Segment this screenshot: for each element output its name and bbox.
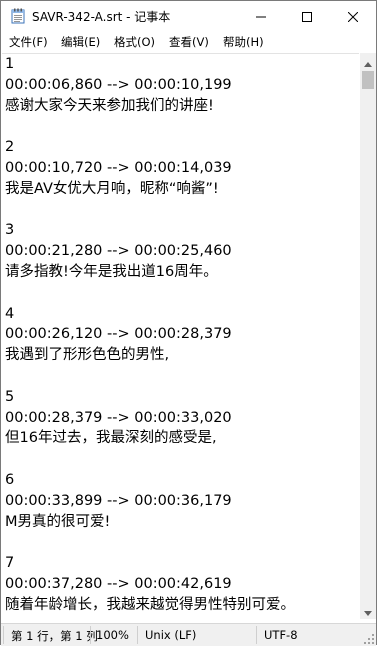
text-line[interactable] — [5, 366, 295, 387]
text-line[interactable]: 7 — [5, 553, 295, 574]
text-line[interactable] — [5, 283, 295, 304]
text-line[interactable]: 请多指教!今年是我出道16周年。 — [5, 262, 295, 283]
vertical-scrollbar[interactable] — [360, 53, 376, 619]
menu-bar: 文件(F) 编辑(E) 格式(O) 查看(V) 帮助(H) — [1, 31, 376, 52]
scroll-down-button[interactable] — [360, 602, 376, 619]
text-line[interactable]: 3 — [5, 220, 295, 241]
text-line[interactable]: 5 — [5, 387, 295, 408]
close-icon — [347, 7, 359, 26]
status-line-ending: Unix (LF) — [145, 628, 197, 642]
minimize-button[interactable] — [238, 1, 284, 31]
menu-file[interactable]: 文件(F) — [9, 34, 48, 50]
status-bar: 第 1 行，第 1 列 100% Unix (LF) UTF-8 — [1, 623, 376, 646]
text-line[interactable]: 00:00:33,899 --> 00:00:36,179 — [5, 491, 295, 512]
status-zoom: 100% — [96, 628, 129, 642]
status-separator — [90, 626, 91, 644]
menu-edit[interactable]: 编辑(E) — [61, 34, 100, 50]
text-line[interactable]: 1 — [5, 54, 295, 75]
title-bar[interactable]: SAVR-342-A.srt - 记事本 — [1, 1, 376, 31]
notepad-icon — [11, 8, 25, 24]
text-line[interactable]: 00:00:26,120 --> 00:00:28,379 — [5, 324, 295, 345]
scroll-down-arrow-icon — [364, 601, 372, 620]
window-title: SAVR-342-A.srt - 记事本 — [32, 10, 171, 24]
text-line[interactable] — [5, 200, 295, 221]
resize-grip-icon[interactable] — [363, 633, 375, 645]
text-line[interactable]: 00:00:10,720 --> 00:00:14,039 — [5, 158, 295, 179]
text-line[interactable]: 6 — [5, 470, 295, 491]
minimize-icon — [256, 7, 266, 26]
text-editor[interactable]: 1 00:00:06,860 --> 00:00:10,199 感谢大家今天来参加我… — [2, 53, 359, 620]
text-line[interactable]: 我遇到了形形色色的男性, — [5, 345, 295, 366]
status-separator — [3, 626, 4, 644]
status-encoding: UTF-8 — [264, 628, 298, 642]
text-line[interactable]: 4 — [5, 304, 295, 325]
text-line[interactable] — [5, 116, 295, 137]
scroll-up-arrow-icon — [364, 52, 372, 71]
text-line[interactable]: 00:00:06,860 --> 00:00:10,199 — [5, 75, 295, 96]
text-line[interactable]: 我是AV女优大月响，昵称“响酱”! — [5, 179, 295, 200]
status-separator — [137, 626, 138, 644]
status-cursor-position: 第 1 行，第 1 列 — [11, 629, 98, 643]
close-button[interactable] — [330, 1, 376, 31]
status-separator — [256, 626, 257, 644]
menu-format[interactable]: 格式(O) — [114, 34, 155, 50]
text-line[interactable]: 2 — [5, 137, 295, 158]
maximize-button[interactable] — [284, 1, 330, 31]
text-line[interactable]: M男真的很可爱! — [5, 512, 295, 533]
scrollbar-thumb[interactable] — [362, 71, 374, 89]
text-line[interactable] — [5, 532, 295, 553]
maximize-icon — [302, 7, 312, 26]
text-line[interactable]: 00:00:21,280 --> 00:00:25,460 — [5, 241, 295, 262]
notepad-window: SAVR-342-A.srt - 记事本 文件(F) 编辑(E) 格式(O) 查… — [0, 0, 377, 646]
text-line[interactable]: 随着年龄增长，我越来越觉得男性特别可爱。 — [5, 595, 295, 616]
menu-view[interactable]: 查看(V) — [169, 34, 209, 50]
scroll-up-button[interactable] — [360, 53, 376, 70]
text-line[interactable]: 00:00:37,280 --> 00:00:42,619 — [5, 574, 295, 595]
text-line[interactable] — [5, 449, 295, 470]
text-line[interactable]: 00:00:28,379 --> 00:00:33,020 — [5, 408, 295, 429]
text-line[interactable]: 但16年过去，我最深刻的感受是, — [5, 428, 295, 449]
document-text[interactable]: 1 00:00:06,860 --> 00:00:10,199 感谢大家今天来参加我… — [5, 54, 295, 616]
text-line[interactable]: 感谢大家今天来参加我们的讲座! — [5, 96, 295, 117]
menu-help[interactable]: 帮助(H) — [223, 34, 264, 50]
